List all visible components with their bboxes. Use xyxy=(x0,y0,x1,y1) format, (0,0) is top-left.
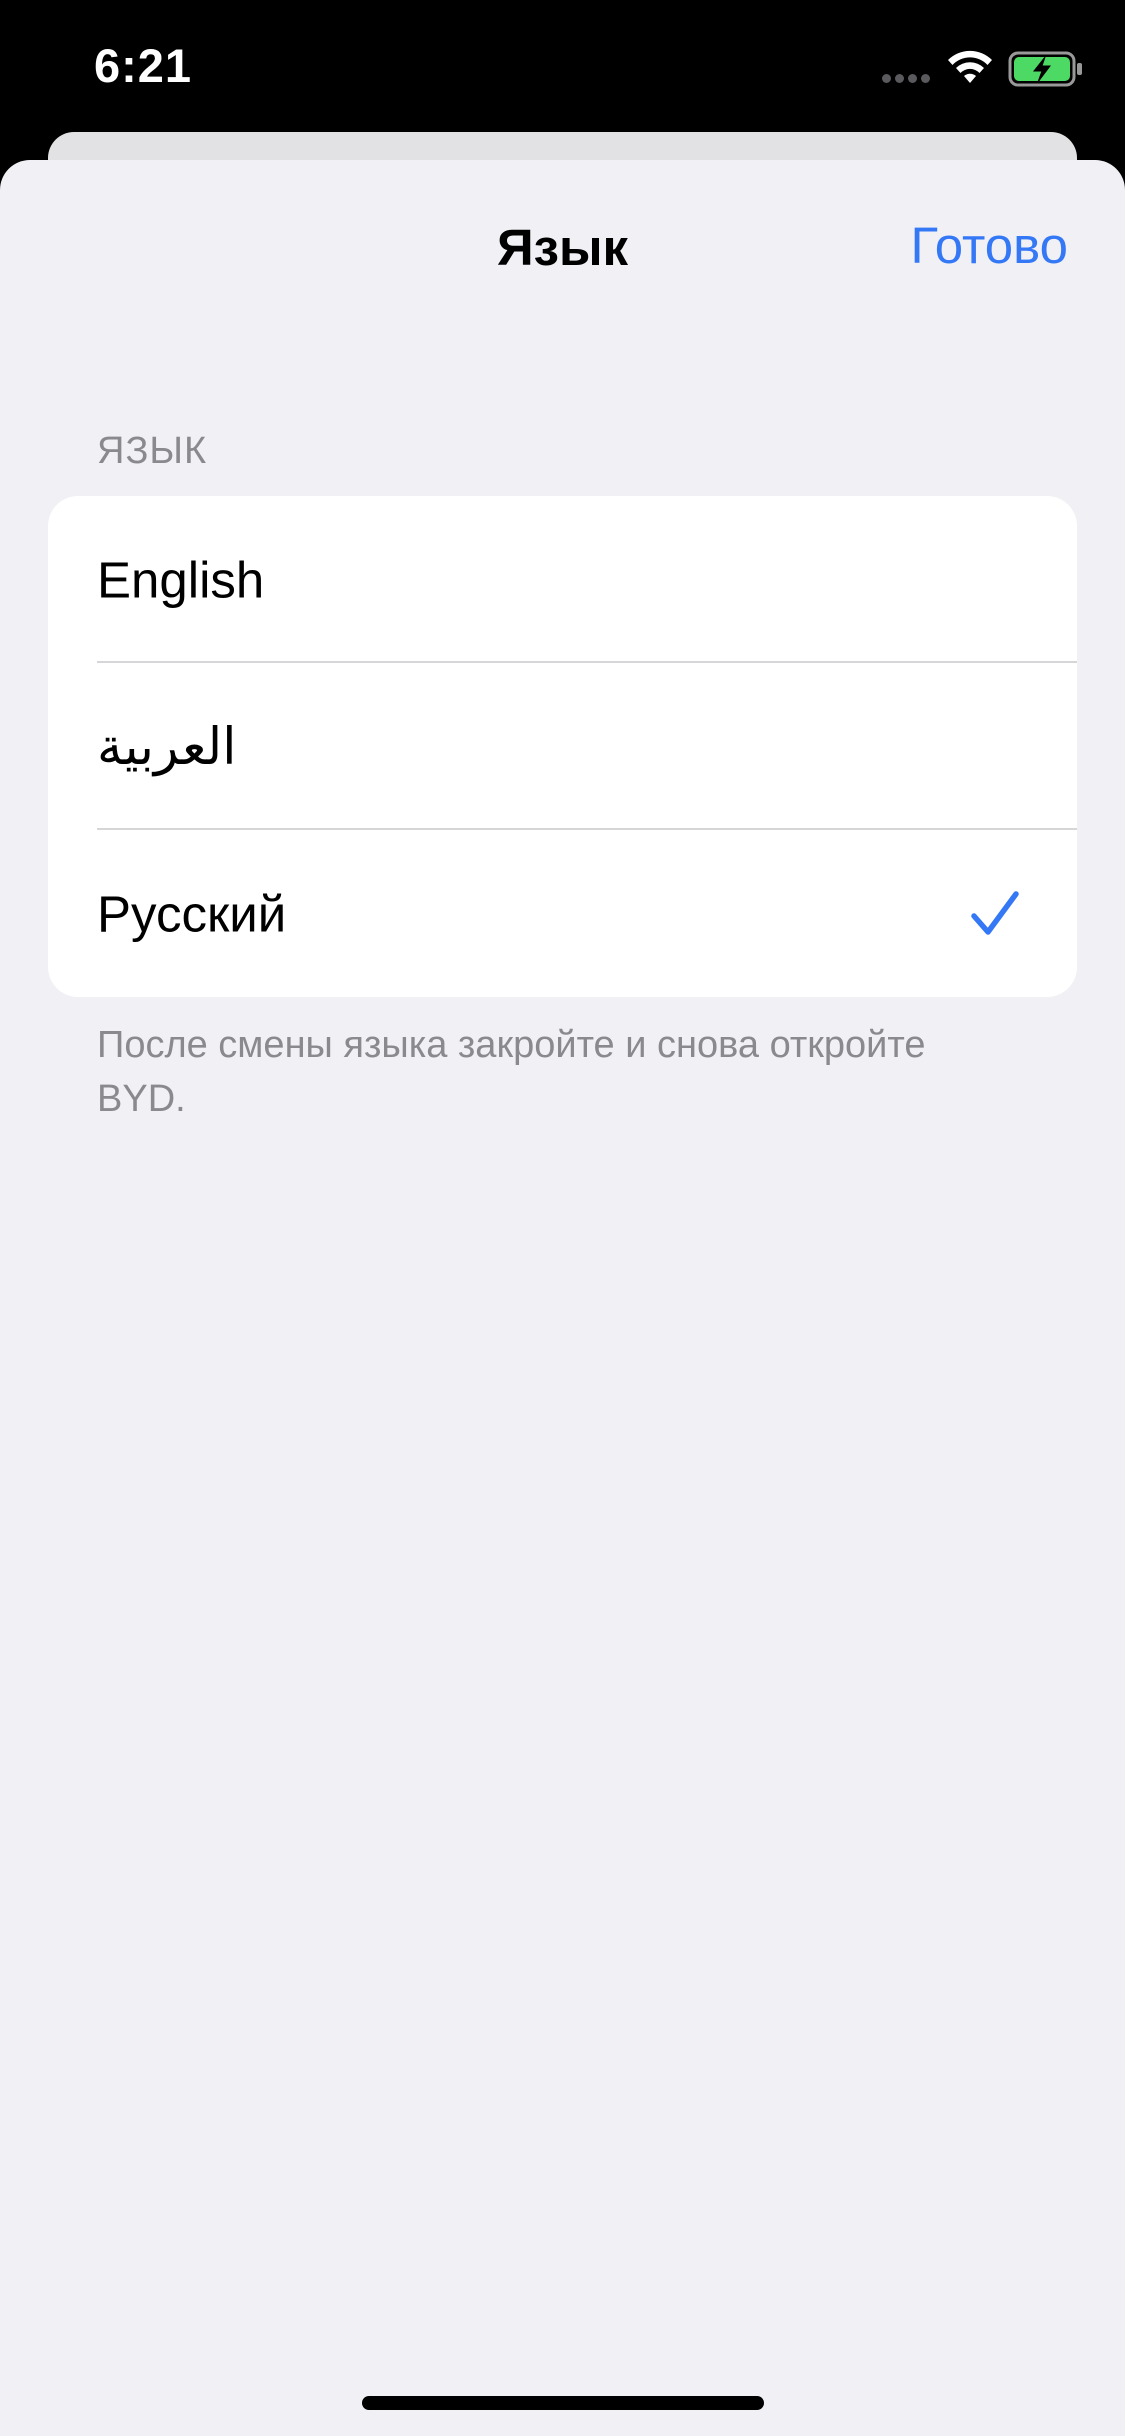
battery-charging-icon xyxy=(1008,51,1082,87)
language-option-russian[interactable]: Русский xyxy=(48,830,1077,997)
home-indicator[interactable] xyxy=(362,2396,764,2410)
done-button[interactable]: Готово xyxy=(911,216,1068,275)
language-option-label: Русский xyxy=(97,885,287,942)
status-time: 6:21 xyxy=(94,39,193,92)
language-sheet: Язык Готово ЯЗЫК English العربية Русский… xyxy=(0,160,1125,2436)
section-footer-note: После смены языка закройте и снова откро… xyxy=(97,1024,926,1120)
section-header: ЯЗЫК xyxy=(97,430,208,472)
language-option-arabic[interactable]: العربية xyxy=(48,663,1077,830)
language-options-list: English العربية Русский xyxy=(48,496,1077,997)
status-bar: 6:21 xyxy=(0,0,1125,135)
language-option-label: العربية xyxy=(97,717,237,775)
language-option-english[interactable]: English xyxy=(48,496,1077,663)
language-option-label: English xyxy=(97,551,265,608)
wifi-icon xyxy=(948,50,992,83)
cellular-signal-icon xyxy=(882,74,932,84)
checkmark-icon xyxy=(971,890,1019,935)
